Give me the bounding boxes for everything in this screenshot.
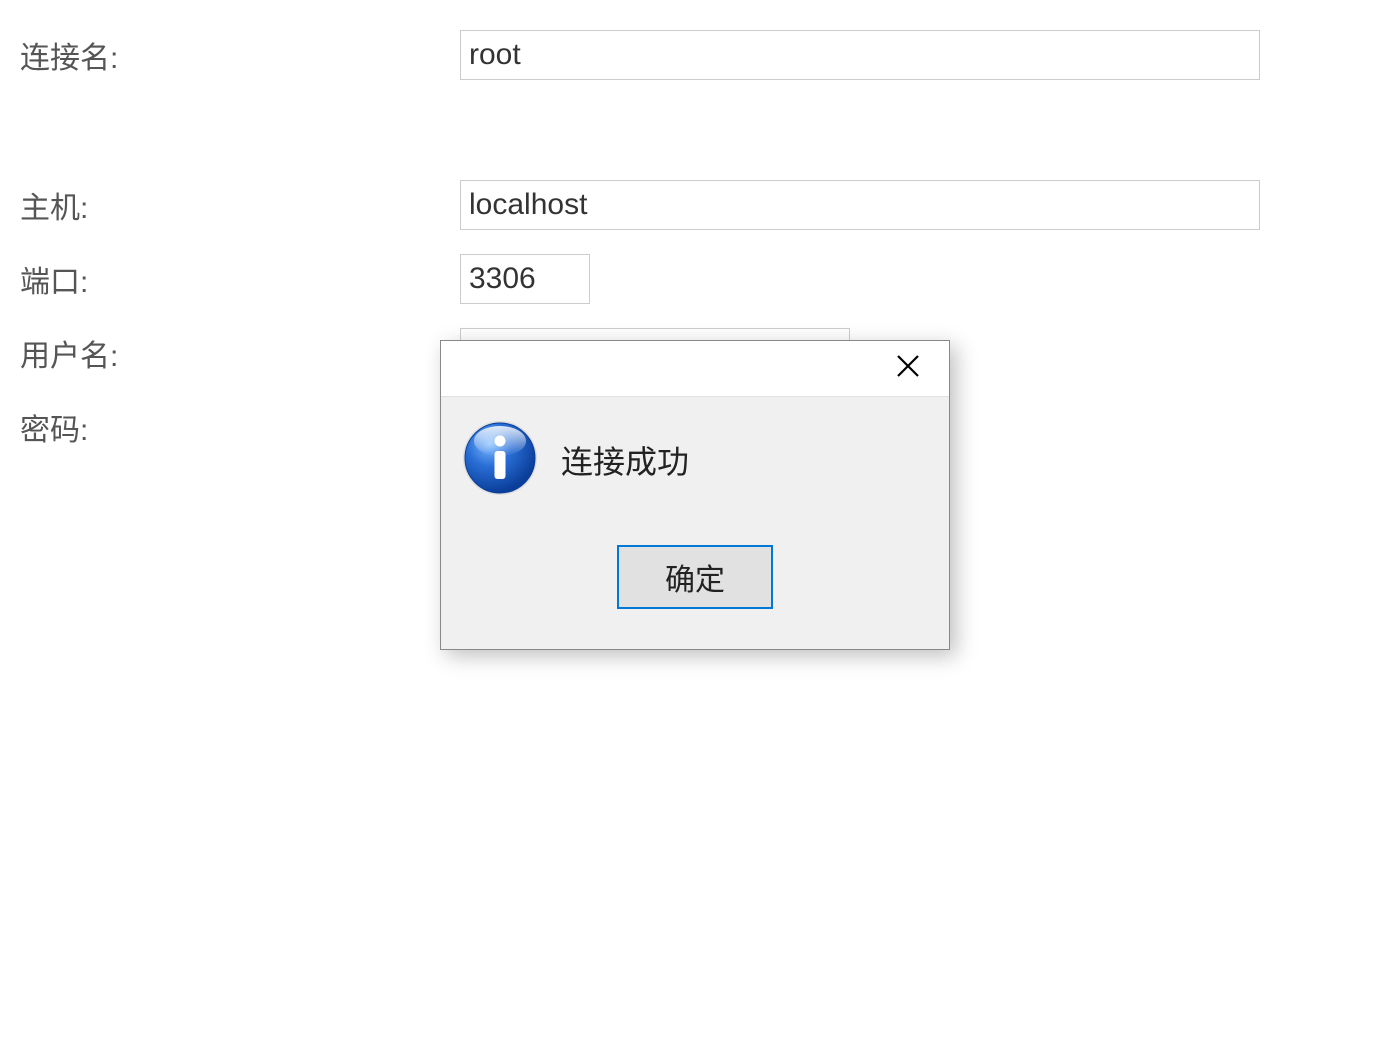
port-input[interactable] xyxy=(460,254,590,304)
close-icon[interactable] xyxy=(885,351,931,387)
row-host: 主机: xyxy=(20,180,1369,230)
message-dialog: 连接成功 确定 xyxy=(440,340,950,650)
row-port: 端口: xyxy=(20,254,1369,304)
label-connection-name: 连接名: xyxy=(20,33,460,77)
dialog-footer: 确定 xyxy=(441,545,949,649)
label-port: 端口: xyxy=(20,257,460,301)
ok-button[interactable]: 确定 xyxy=(617,545,773,609)
connection-name-input[interactable] xyxy=(460,30,1260,80)
label-password: 密码: xyxy=(20,405,460,449)
info-icon xyxy=(461,419,539,497)
label-username: 用户名: xyxy=(20,331,460,375)
host-input[interactable] xyxy=(460,180,1260,230)
dialog-titlebar xyxy=(441,341,949,397)
row-connection-name: 连接名: xyxy=(20,30,1369,80)
dialog-message: 连接成功 xyxy=(561,419,689,483)
dialog-body: 连接成功 xyxy=(441,397,949,545)
label-host: 主机: xyxy=(20,183,460,227)
